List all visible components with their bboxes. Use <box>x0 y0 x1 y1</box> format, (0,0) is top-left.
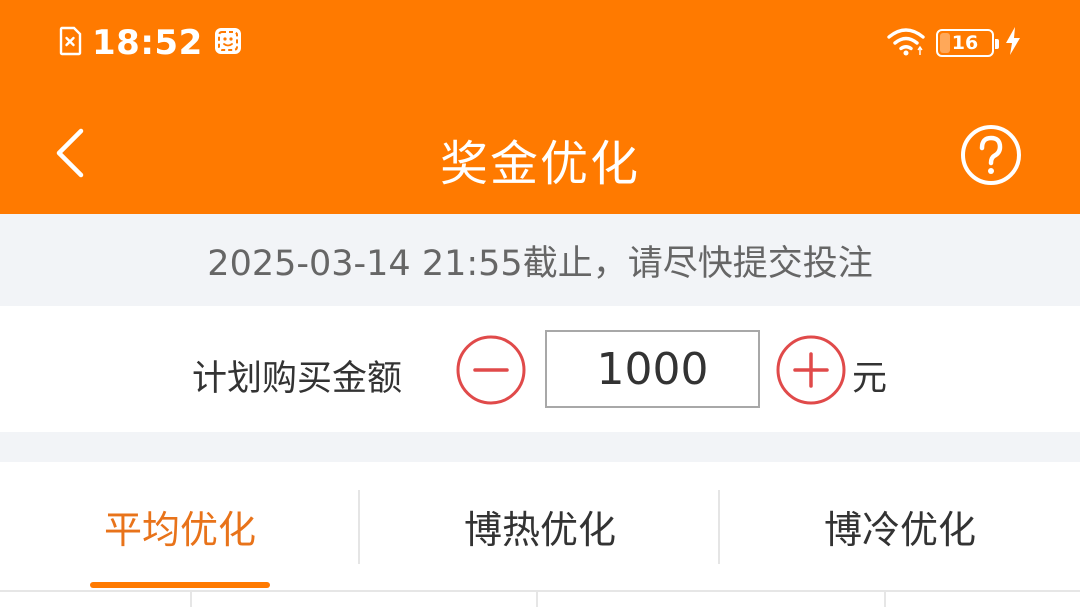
amount-input[interactable] <box>545 330 760 408</box>
tab-cold[interactable]: 博冷优化 <box>720 462 1080 590</box>
tab-label: 博热优化 <box>463 507 616 552</box>
table-header-edge <box>0 590 1080 607</box>
sim-error-icon <box>58 26 82 60</box>
decrease-button[interactable] <box>455 334 527 406</box>
active-tab-indicator <box>90 582 270 588</box>
battery-icon: 16 <box>936 29 999 57</box>
face-icon <box>213 26 243 60</box>
deadline-banner: 2025-03-14 21:55截止，请尽快提交投注 <box>0 214 1080 306</box>
tab-label: 博冷优化 <box>823 507 976 552</box>
status-time: 18:52 <box>92 23 203 63</box>
tab-label: 平均优化 <box>103 507 256 552</box>
help-icon <box>960 125 1022 190</box>
wifi-icon <box>886 26 926 60</box>
amount-label: 计划购买金额 <box>192 359 403 399</box>
amount-row: 计划购买金额 元 <box>0 306 1080 432</box>
help-button[interactable] <box>960 124 1022 186</box>
deadline-text: 2025-03-14 21:55截止，请尽快提交投注 <box>207 243 873 284</box>
nav-bar: 奖金优化 <box>0 100 1080 210</box>
amount-unit: 元 <box>852 359 888 399</box>
plus-circle-icon <box>775 335 847 410</box>
tab-hot[interactable]: 博热优化 <box>360 462 720 590</box>
page-title: 奖金优化 <box>439 136 640 192</box>
battery-level: 16 <box>951 32 979 54</box>
optimization-tabs: 平均优化 博热优化 博冷优化 <box>0 462 1080 590</box>
section-divider <box>0 432 1080 462</box>
minus-circle-icon <box>455 335 527 410</box>
tab-average[interactable]: 平均优化 <box>0 462 360 590</box>
status-bar: 18:52 16 <box>0 0 1080 86</box>
header: 18:52 16 奖金优化 <box>0 0 1080 214</box>
charging-icon <box>1004 26 1022 60</box>
increase-button[interactable] <box>775 334 847 406</box>
